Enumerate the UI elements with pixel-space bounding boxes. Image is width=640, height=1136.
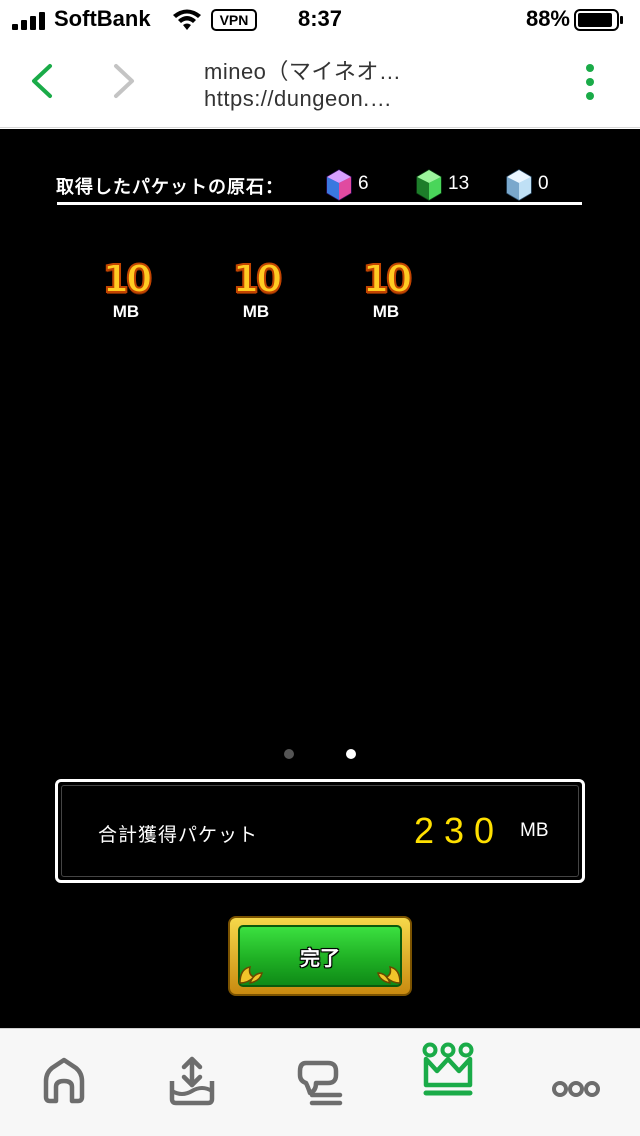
tab-crown-active[interactable] (418, 1041, 478, 1101)
packet-value: 10 (362, 257, 414, 301)
packet-unit: MB (242, 302, 270, 321)
pager-dot-2-active[interactable] (346, 749, 356, 759)
packet-item: 10 MB (94, 257, 158, 325)
tab-chat[interactable] (290, 1051, 350, 1111)
green-gem-icon (416, 169, 442, 201)
packet-unit: MB (372, 302, 400, 321)
packet-unit: MB (112, 302, 140, 321)
tab-upload[interactable] (162, 1051, 222, 1111)
pager-dot-1[interactable] (284, 749, 294, 759)
battery-icon (574, 9, 623, 31)
home-icon (43, 1057, 85, 1104)
upload-tray-icon (169, 1056, 215, 1106)
blue-gem-icon (506, 169, 532, 201)
purple-stone-count: 6 (358, 173, 369, 194)
total-value: 230 (414, 810, 505, 851)
game-screen: 取得したパケットの原石： 6 13 0 10 MB 10 MB 10 MB 合計… (0, 129, 640, 1028)
page-url[interactable]: https://dungeon.… (204, 86, 392, 112)
chat-icon (297, 1060, 343, 1106)
packet-stones-summary: 取得したパケットの原石： 6 13 0 (56, 167, 582, 207)
green-stone-count: 13 (448, 173, 470, 194)
total-label: 合計獲得パケット (98, 825, 259, 846)
tab-more[interactable] (546, 1051, 606, 1111)
more-options-icon[interactable] (578, 62, 602, 102)
blue-stone-count: 0 (538, 173, 549, 194)
forward-arrow-icon[interactable] (102, 58, 142, 104)
divider (57, 202, 582, 205)
back-arrow-icon[interactable] (22, 58, 62, 104)
packet-item: 10 MB (354, 257, 418, 325)
packet-item: 10 MB (224, 257, 288, 325)
packet-value: 10 (232, 257, 284, 301)
total-packet-box: 合計獲得パケット 230 MB (55, 779, 585, 883)
browser-nav-bar: mineo（マイネオ… https://dungeon.… (0, 40, 640, 128)
page-title: mineo（マイネオ… (204, 59, 402, 84)
purple-gem-icon (326, 169, 352, 201)
packet-value: 10 (102, 257, 154, 301)
bottom-tab-bar (0, 1028, 640, 1136)
stones-label: 取得したパケットの原石： (56, 177, 284, 197)
battery-percent: 88% (525, 6, 570, 31)
done-button[interactable]: 完了 (228, 916, 412, 996)
done-button-label: 完了 (300, 948, 340, 970)
status-bar: SoftBank VPN 8:37 88% (0, 0, 640, 40)
tab-home[interactable] (34, 1051, 94, 1111)
more-icon (552, 1081, 600, 1097)
crown-icon (422, 1042, 474, 1096)
total-unit: MB (520, 820, 549, 841)
